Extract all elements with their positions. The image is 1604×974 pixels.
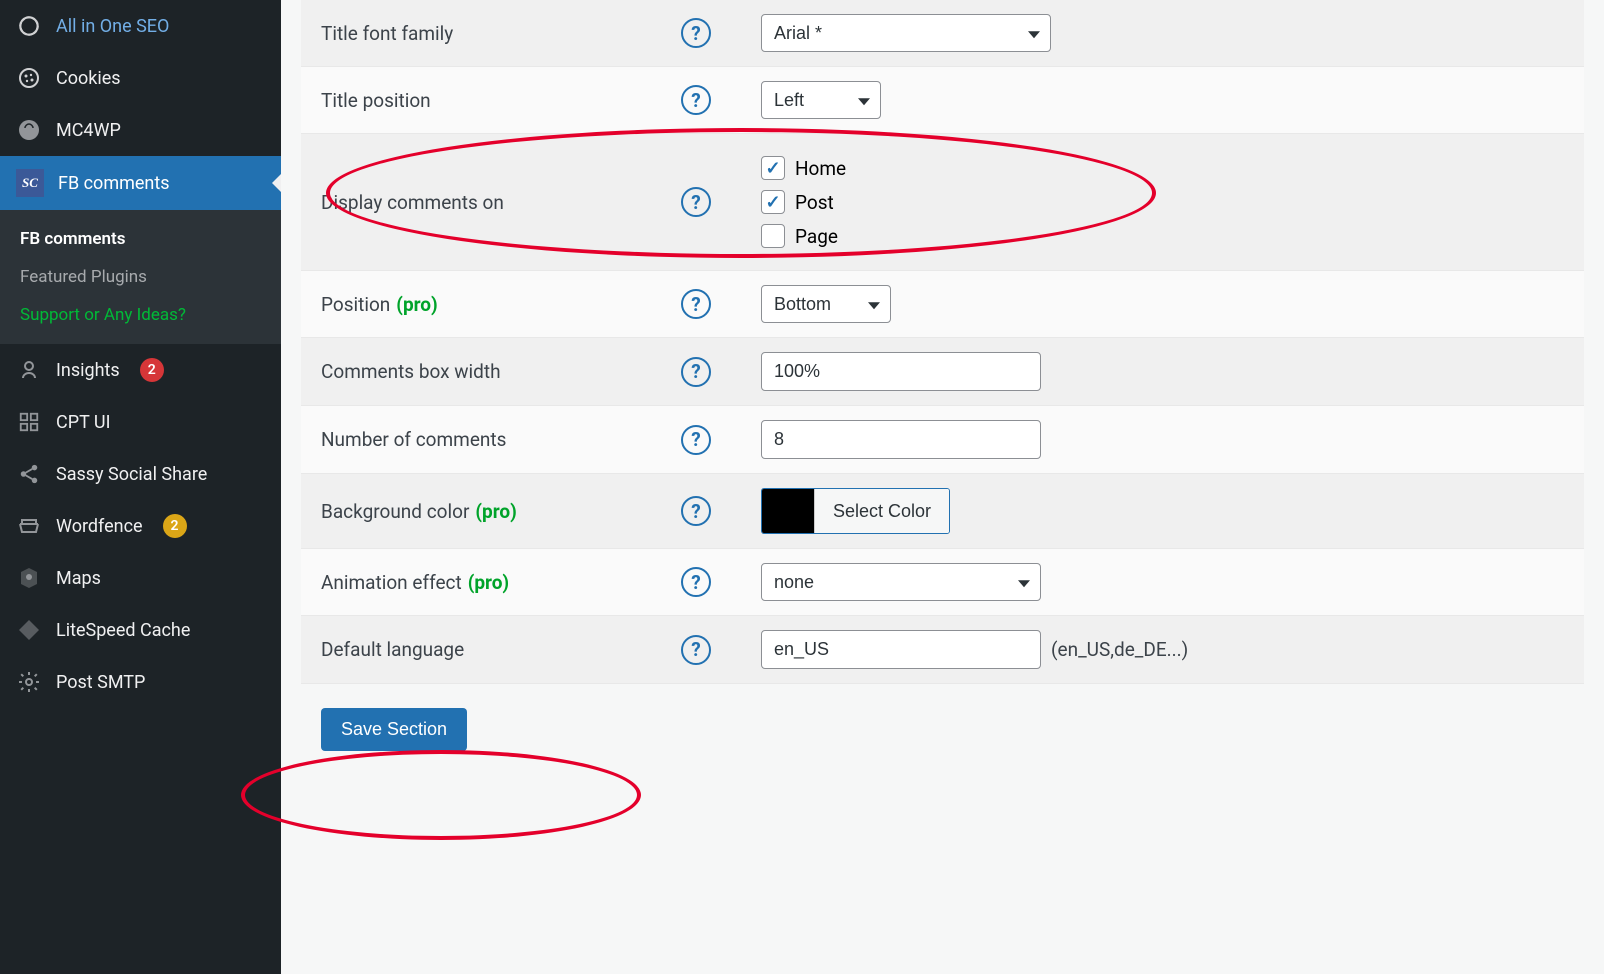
- help-icon[interactable]: ?: [681, 635, 711, 665]
- sidebar-item-label: Insights: [56, 360, 120, 381]
- select-color-button[interactable]: Select Color: [814, 489, 949, 533]
- setting-row-language: Default language ? (en_US,de_DE...): [301, 616, 1584, 684]
- setting-label: Animation effect (pro): [321, 571, 681, 594]
- help-icon[interactable]: ?: [681, 18, 711, 48]
- mailchimp-icon: [16, 117, 42, 143]
- setting-label: Title position: [321, 89, 681, 112]
- save-section-button[interactable]: Save Section: [321, 708, 467, 751]
- sidebar-item-wordfence[interactable]: Wordfence 2: [0, 500, 281, 552]
- language-hint: (en_US,de_DE...): [1051, 638, 1188, 661]
- save-area: Save Section: [301, 684, 1584, 775]
- share-icon: [16, 461, 42, 487]
- settings-panel: Title font family ? Arial * Title positi…: [281, 0, 1604, 974]
- title-position-select[interactable]: Left: [761, 81, 881, 119]
- seo-icon: [16, 13, 42, 39]
- position-select[interactable]: Bottom: [761, 285, 891, 323]
- language-input[interactable]: [761, 630, 1041, 669]
- gear-icon: [16, 669, 42, 695]
- setting-label: Comments box width: [321, 360, 681, 383]
- setting-row-title-position: Title position ? Left: [301, 67, 1584, 134]
- submenu-item-featured-plugins[interactable]: Featured Plugins: [0, 258, 281, 296]
- checkbox-icon: [761, 190, 785, 214]
- sidebar-item-mc4wp[interactable]: MC4WP: [0, 104, 281, 156]
- checkbox-label: Post: [795, 191, 834, 214]
- setting-row-num-comments: Number of comments ?: [301, 406, 1584, 474]
- submenu-item-fb-comments[interactable]: FB comments: [0, 220, 281, 258]
- sidebar-item-fb-comments[interactable]: SC FB comments: [0, 156, 281, 210]
- badge-count: 2: [140, 358, 164, 382]
- wordfence-icon: [16, 513, 42, 539]
- box-width-input[interactable]: [761, 352, 1041, 391]
- cookie-icon: [16, 65, 42, 91]
- sidebar-item-maps[interactable]: Maps: [0, 552, 281, 604]
- litespeed-icon: [16, 617, 42, 643]
- setting-label: Default language: [321, 638, 681, 661]
- maps-icon: [16, 565, 42, 591]
- help-icon[interactable]: ?: [681, 289, 711, 319]
- pro-tag: (pro): [475, 500, 516, 523]
- sidebar-item-label: Post SMTP: [56, 672, 145, 693]
- checkbox-page[interactable]: Page: [761, 224, 846, 248]
- setting-row-title-font-family: Title font family ? Arial *: [301, 0, 1584, 67]
- help-icon[interactable]: ?: [681, 567, 711, 597]
- color-swatch[interactable]: [762, 489, 814, 533]
- submenu-item-support[interactable]: Support or Any Ideas?: [0, 296, 281, 334]
- title-font-family-select[interactable]: Arial *: [761, 14, 1051, 52]
- help-icon[interactable]: ?: [681, 425, 711, 455]
- setting-label: Background color (pro): [321, 500, 681, 523]
- setting-label: Title font family: [321, 22, 681, 45]
- help-icon[interactable]: ?: [681, 85, 711, 115]
- sidebar-item-litespeed[interactable]: LiteSpeed Cache: [0, 604, 281, 656]
- checkbox-home[interactable]: Home: [761, 156, 846, 180]
- sidebar-item-label: LiteSpeed Cache: [56, 620, 190, 641]
- admin-sidebar: All in One SEO Cookies MC4WP SC FB comme…: [0, 0, 281, 974]
- sidebar-item-label: FB comments: [58, 173, 170, 194]
- setting-label: Number of comments: [321, 428, 681, 451]
- help-icon[interactable]: ?: [681, 357, 711, 387]
- grid-icon: [16, 409, 42, 435]
- sidebar-item-sassy-social[interactable]: Sassy Social Share: [0, 448, 281, 500]
- sidebar-item-cpt-ui[interactable]: CPT UI: [0, 396, 281, 448]
- sidebar-item-cookies[interactable]: Cookies: [0, 52, 281, 104]
- num-comments-input[interactable]: [761, 420, 1041, 459]
- pro-tag: (pro): [468, 571, 509, 594]
- checkbox-icon: [761, 224, 785, 248]
- animation-select[interactable]: none: [761, 563, 1041, 601]
- help-icon[interactable]: ?: [681, 496, 711, 526]
- badge-count: 2: [163, 514, 187, 538]
- insights-icon: [16, 357, 42, 383]
- setting-row-position: Position (pro) ? Bottom: [301, 271, 1584, 338]
- sidebar-item-label: Cookies: [56, 68, 121, 89]
- sidebar-item-insights[interactable]: Insights 2: [0, 344, 281, 396]
- color-picker: Select Color: [761, 488, 950, 534]
- pro-tag: (pro): [396, 293, 437, 316]
- setting-label: Display comments on: [321, 191, 681, 214]
- sidebar-item-label: MC4WP: [56, 120, 121, 141]
- sc-icon: SC: [16, 169, 44, 197]
- checkbox-label: Page: [795, 225, 838, 248]
- sidebar-item-all-in-one-seo[interactable]: All in One SEO: [0, 0, 281, 52]
- sidebar-item-post-smtp[interactable]: Post SMTP: [0, 656, 281, 708]
- setting-row-animation: Animation effect (pro) ? none: [301, 549, 1584, 616]
- checkbox-icon: [761, 156, 785, 180]
- checkbox-post[interactable]: Post: [761, 190, 846, 214]
- checkbox-label: Home: [795, 157, 846, 180]
- sidebar-item-label: CPT UI: [56, 412, 111, 433]
- setting-row-box-width: Comments box width ?: [301, 338, 1584, 406]
- setting-row-bg-color: Background color (pro) ? Select Color: [301, 474, 1584, 549]
- sidebar-item-label: All in One SEO: [56, 16, 169, 37]
- setting-label: Position (pro): [321, 293, 681, 316]
- sidebar-item-label: Wordfence: [56, 516, 143, 537]
- sidebar-item-label: Maps: [56, 568, 101, 589]
- sidebar-item-label: Sassy Social Share: [56, 464, 207, 485]
- help-icon[interactable]: ?: [681, 187, 711, 217]
- setting-row-display-on: Display comments on ? Home Post Page: [301, 134, 1584, 271]
- sidebar-submenu: FB comments Featured Plugins Support or …: [0, 210, 281, 344]
